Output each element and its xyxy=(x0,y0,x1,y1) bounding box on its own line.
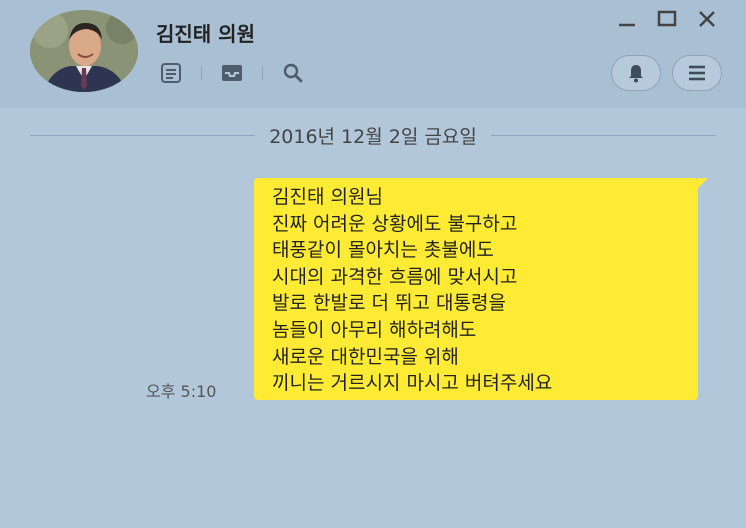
chat-header: 김진태 의원 xyxy=(0,0,746,108)
bell-icon xyxy=(629,65,643,83)
header-toolbar xyxy=(158,60,306,86)
profile-avatar[interactable] xyxy=(30,10,138,92)
search-icon[interactable] xyxy=(280,60,306,86)
window-controls xyxy=(616,8,718,30)
message-line: 새로운 대한민국을 위해 xyxy=(272,345,459,368)
message-line: 태풍같이 몰아치는 촛불에도 xyxy=(272,239,494,262)
message-bubble[interactable]: 김진태 의원님 진짜 어려운 상황에도 불구하고 태풍같이 몰아치는 촛불에도 … xyxy=(254,178,708,400)
message-time: 오후 5:10 xyxy=(146,382,217,401)
divider-line xyxy=(490,134,716,136)
notification-button[interactable] xyxy=(611,55,661,91)
date-label: 2016년 12월 2일 금요일 xyxy=(269,125,477,148)
message-line: 끼니는 거르시지 마시고 버텨주세요 xyxy=(272,372,553,395)
menu-icon xyxy=(689,65,705,81)
message-line: 시대의 과격한 흐름에 맞서시고 xyxy=(272,265,518,288)
date-divider: 2016년 12월 2일 금요일 xyxy=(30,122,716,148)
close-icon[interactable] xyxy=(696,8,718,30)
menu-button[interactable] xyxy=(672,55,722,91)
notes-icon[interactable] xyxy=(158,60,184,86)
message-line: 김진태 의원님 xyxy=(272,186,383,208)
minimize-icon[interactable] xyxy=(616,8,638,30)
message-line: 진짜 어려운 상황에도 불구하고 xyxy=(272,212,518,235)
maximize-icon[interactable] xyxy=(656,8,678,30)
profile-photo xyxy=(30,10,138,92)
toolbar-divider xyxy=(262,66,263,80)
message-line: 발로 한발로 더 뛰고 대통령을 xyxy=(272,292,506,315)
divider-line xyxy=(30,134,256,136)
chat-title: 김진태 의원 xyxy=(156,22,255,46)
toolbar-divider xyxy=(201,66,202,80)
inbox-icon[interactable] xyxy=(219,60,245,86)
message-line: 놈들이 아무리 해하려해도 xyxy=(272,318,477,341)
